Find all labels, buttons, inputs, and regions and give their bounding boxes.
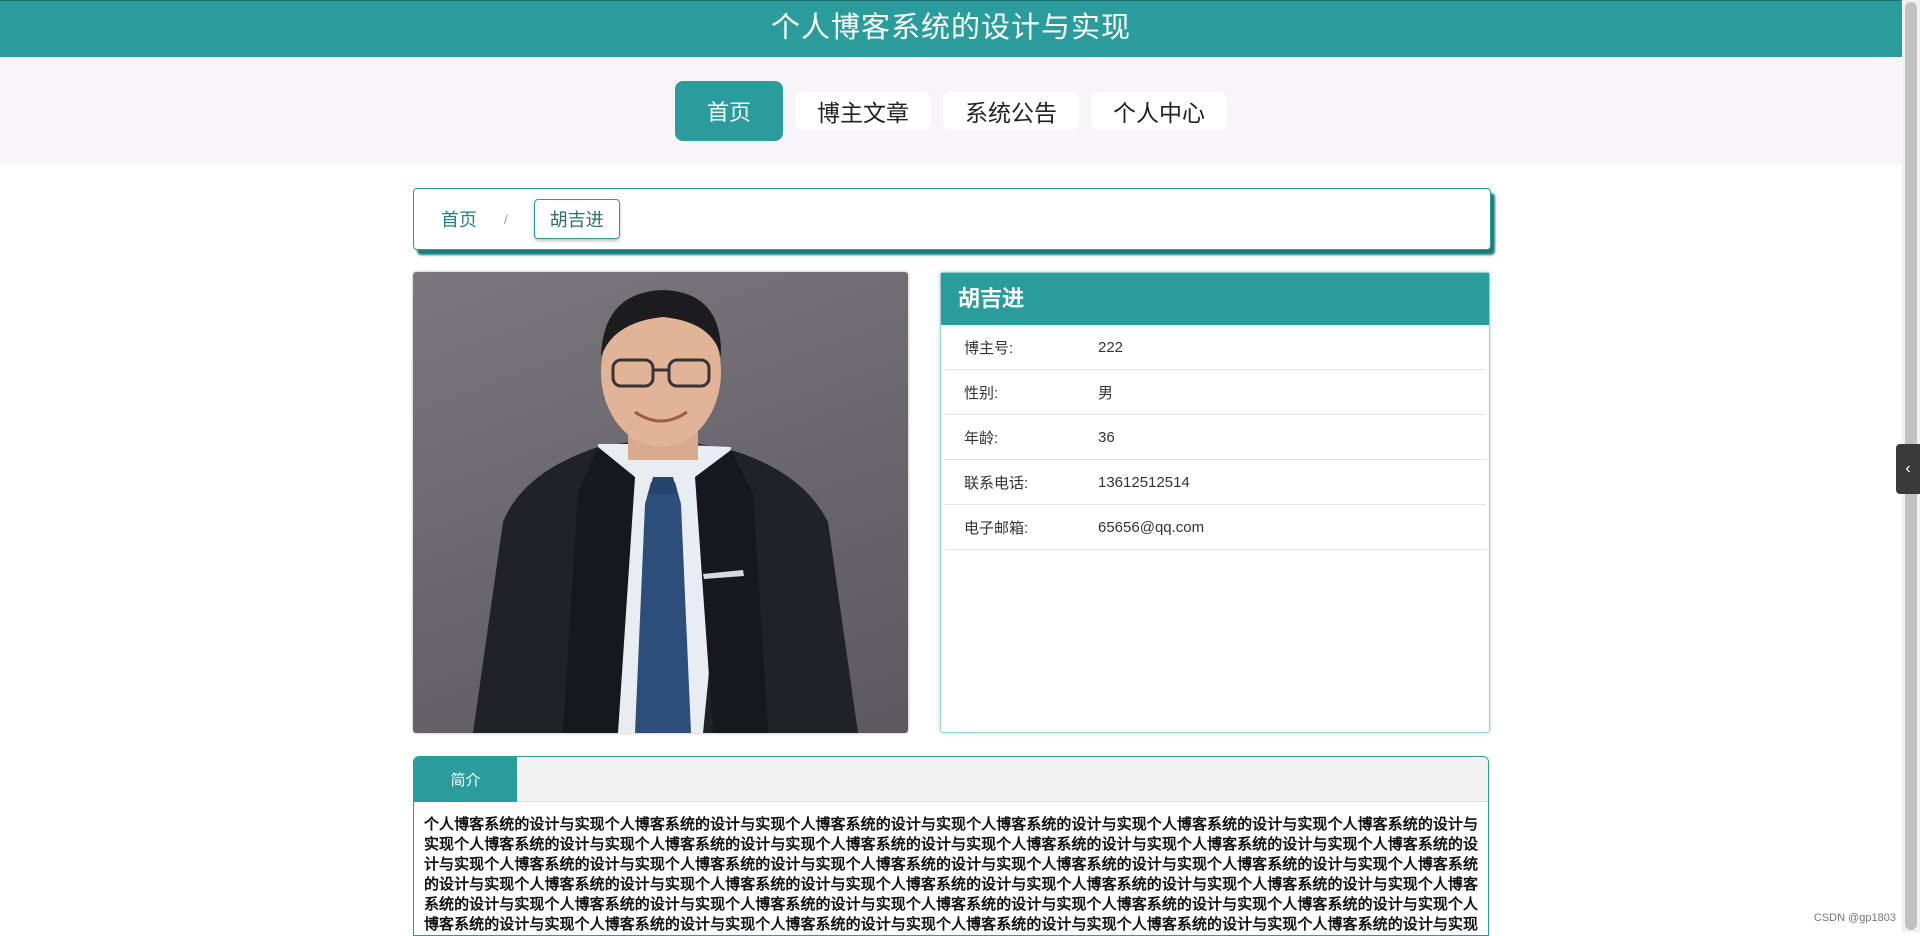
profile-value: 222 [1098,338,1124,356]
profile-label: 博主号: [964,339,1014,357]
profile-row-phone: 联系电话: 13612512514 [944,460,1486,505]
profile-row-id: 博主号: 222 [944,325,1486,370]
profile-value: 36 [1098,428,1115,446]
site-title: 个人博客系统的设计与实现 [770,12,1131,44]
nav-item-announcements[interactable]: 系统公告 [943,92,1079,130]
nav-band: 首页 博主文章 系统公告 个人中心 [0,57,1902,165]
top-header-bar: 个人博客系统的设计与实现 [0,0,1902,57]
tab-bar: 简介 [414,757,1488,802]
main-nav: 首页 博主文章 系统公告 个人中心 [0,81,1902,141]
breadcrumb: 首页 / 胡吉进 [413,188,1491,250]
nav-item-home[interactable]: 首页 [674,81,783,141]
watermark-text: CSDN @gp1803 [1813,912,1896,924]
person-photo-illustration [473,290,858,733]
profile-row-age: 年龄: 36 [944,415,1486,460]
intro-tab-panel: 简介 个人博客系统的设计与实现个人博客系统的设计与实现个人博客系统的设计与实现个… [413,756,1489,936]
profile-value: 13612512514 [1098,473,1190,491]
profile-info-card: 胡吉进 博主号: 222 性别: 男 年龄: 36 联系电话: 13612512… [940,272,1490,733]
profile-value: 男 [1098,384,1114,402]
profile-label: 电子邮箱: [964,519,1029,537]
breadcrumb-current[interactable]: 胡吉进 [533,199,620,239]
profile-row-email: 电子邮箱: 65656@qq.com [944,505,1486,550]
breadcrumb-home-link[interactable]: 首页 [441,206,477,232]
profile-label: 性别: [964,384,999,402]
chevron-left-icon[interactable]: ‹ [1896,444,1920,494]
tab-intro[interactable]: 简介 [414,757,517,802]
intro-content: 个人博客系统的设计与实现个人博客系统的设计与实现个人博客系统的设计与实现个人博客… [424,816,1478,933]
nav-item-personal-center[interactable]: 个人中心 [1091,92,1227,130]
nav-item-articles[interactable]: 博主文章 [795,92,931,130]
blogger-photo [413,272,908,733]
breadcrumb-separator: / [504,211,508,227]
profile-label: 联系电话: [964,474,1029,492]
profile-name: 胡吉进 [941,273,1489,325]
profile-value: 65656@qq.com [1098,518,1205,536]
profile-row-gender: 性别: 男 [944,370,1486,415]
profile-label: 年龄: [964,429,999,447]
